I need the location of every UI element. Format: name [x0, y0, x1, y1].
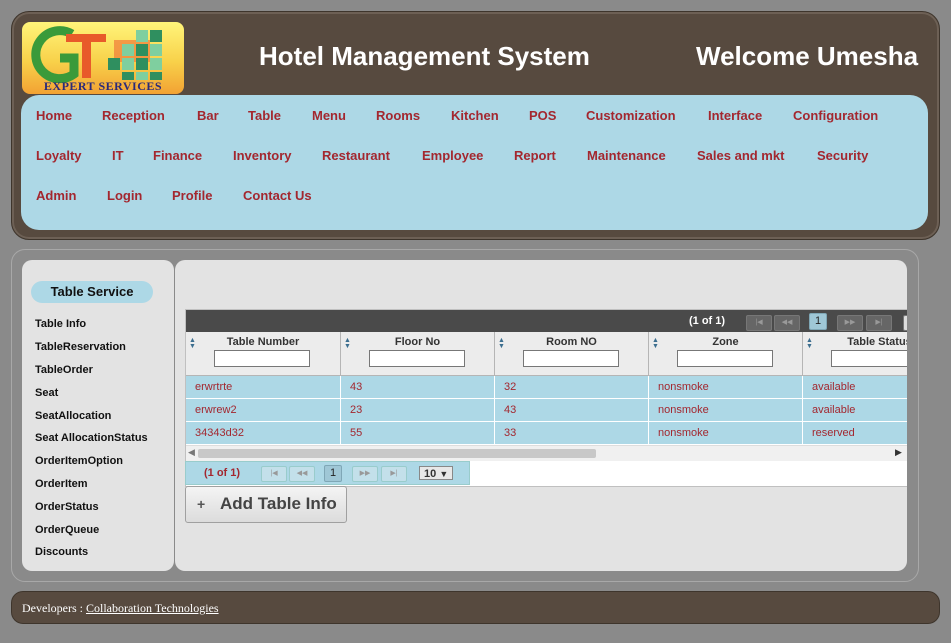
nav-customization[interactable]: Customization — [586, 108, 676, 123]
column-table-status[interactable]: ▲ ▼ Table Status — [803, 332, 907, 375]
nav-loyalty[interactable]: Loyalty — [36, 148, 82, 163]
nav-security[interactable]: Security — [817, 148, 868, 163]
paginator-top: (1 of 1) |◀ ◀◀ 1 ▶▶ ▶| — [186, 310, 907, 332]
nav-interface[interactable]: Interface — [708, 108, 762, 123]
nav-report[interactable]: Report — [514, 148, 556, 163]
column-floor-no[interactable]: ▲ ▼ Floor No — [341, 332, 495, 375]
nav-inventory[interactable]: Inventory — [233, 148, 292, 163]
column-zone[interactable]: ▲ ▼ Zone — [649, 332, 803, 375]
filter-zone[interactable] — [677, 350, 773, 367]
filter-table-number[interactable] — [214, 350, 310, 367]
paginator-bottom: (1 of 1) |◀ ◀◀ 1 ▶▶ ▶| 10 ▼ — [185, 461, 470, 485]
page-info-bottom: (1 of 1) — [204, 467, 241, 479]
horizontal-scrollbar[interactable]: ◀ ▶ — [186, 445, 907, 461]
scrollbar-thumb[interactable] — [198, 449, 596, 458]
footer-text: Developers : Collaboration Technologies — [22, 601, 219, 615]
filter-room-no[interactable] — [523, 350, 619, 367]
table-row[interactable]: erwrtrte 43 32 nonsmoke available — [186, 376, 907, 399]
rows-per-page-top[interactable] — [903, 315, 907, 331]
last-page-button[interactable]: ▶| — [866, 315, 892, 331]
column-table-number[interactable]: ▲ ▼ Table Number — [186, 332, 341, 375]
table-row[interactable]: 34343d32 55 33 nonsmoke reserved — [186, 422, 907, 445]
table-row[interactable]: erwrew2 23 43 nonsmoke available — [186, 399, 907, 422]
main-content: (1 of 1) |◀ ◀◀ 1 ▶▶ ▶| ▲ ▼ Table Number ▲… — [175, 260, 907, 571]
sidebar-item-seat[interactable]: Seat — [35, 387, 58, 399]
nav-rooms[interactable]: Rooms — [376, 108, 420, 123]
sidebar-item-order-queue[interactable]: OrderQueue — [35, 524, 99, 536]
nav-sales-and-mkt[interactable]: Sales and mkt — [697, 148, 784, 163]
next-page-button-bottom[interactable]: ▶▶ — [352, 466, 378, 482]
first-page-button[interactable]: |◀ — [746, 315, 772, 331]
first-page-button-bottom[interactable]: |◀ — [261, 466, 287, 482]
chevron-down-icon: ▼ — [439, 469, 449, 479]
app-title: Hotel Management System — [259, 41, 590, 71]
page-1-button-bottom[interactable]: 1 — [324, 465, 342, 482]
logo-text: EXPERT SERVICES — [43, 79, 163, 93]
nav-profile[interactable]: Profile — [172, 188, 212, 203]
nav-home[interactable]: Home — [36, 108, 72, 123]
nav-bar[interactable]: Bar — [197, 108, 219, 123]
nav-table[interactable]: Table — [248, 108, 281, 123]
prev-page-button-bottom[interactable]: ◀◀ — [289, 466, 315, 482]
welcome-message: Welcome Umesha — [696, 41, 919, 71]
nav-finance[interactable]: Finance — [153, 148, 202, 163]
sidebar-item-seat-allocation[interactable]: SeatAllocation — [35, 410, 111, 422]
prev-page-button[interactable]: ◀◀ — [774, 315, 800, 331]
sidebar-item-seat-allocation-status[interactable]: Seat AllocationStatus — [35, 432, 148, 444]
nav-pos[interactable]: POS — [529, 108, 556, 123]
scroll-left-icon[interactable]: ◀ — [188, 447, 195, 458]
filter-table-status[interactable] — [831, 350, 907, 367]
nav-restaurant[interactable]: Restaurant — [322, 148, 390, 163]
column-room-no[interactable]: ▲ ▼ Room NO — [495, 332, 649, 375]
sidebar-item-table-reservation[interactable]: TableReservation — [35, 341, 126, 353]
nav-kitchen[interactable]: Kitchen — [451, 108, 499, 123]
nav-admin[interactable]: Admin — [36, 188, 76, 203]
nav-menu[interactable]: Menu — [312, 108, 346, 123]
nav-reception[interactable]: Reception — [102, 108, 165, 123]
sidebar-item-order-item[interactable]: OrderItem — [35, 478, 88, 490]
nav-employee[interactable]: Employee — [422, 148, 483, 163]
sidebar-item-discounts[interactable]: Discounts — [35, 546, 88, 558]
nav-login[interactable]: Login — [107, 188, 142, 203]
nav-contact-us[interactable]: Contact Us — [243, 188, 312, 203]
nav-configuration[interactable]: Configuration — [793, 108, 878, 123]
table-header: ▲ ▼ Table Number ▲ ▼ Floor No ▲ ▼ Room NO ▲… — [186, 332, 907, 376]
last-page-button-bottom[interactable]: ▶| — [381, 466, 407, 482]
next-page-button[interactable]: ▶▶ — [837, 315, 863, 331]
sidebar-title: Table Service — [31, 281, 153, 303]
scroll-right-icon[interactable]: ▶ — [895, 447, 902, 458]
rows-per-page-select[interactable]: 10 ▼ — [419, 466, 453, 480]
filter-floor-no[interactable] — [369, 350, 465, 367]
developer-link[interactable]: Collaboration Technologies — [86, 601, 219, 615]
page-info: (1 of 1) — [689, 315, 726, 327]
sidebar-item-table-info[interactable]: Table Info — [35, 318, 86, 330]
footer: Developers : Collaboration Technologies — [11, 591, 940, 624]
sidebar-item-table-order[interactable]: TableOrder — [35, 364, 93, 376]
nav-maintenance[interactable]: Maintenance — [587, 148, 666, 163]
company-logo[interactable]: EXPERT SERVICES — [22, 22, 184, 94]
sidebar: Table Service Table Info TableReservatio… — [22, 260, 174, 571]
page-1-button[interactable]: 1 — [809, 313, 827, 330]
add-table-info-button[interactable]: + Add Table Info — [185, 486, 347, 523]
sidebar-item-order-item-option[interactable]: OrderItemOption — [35, 455, 123, 467]
sidebar-item-order-status[interactable]: OrderStatus — [35, 501, 99, 513]
nav-it[interactable]: IT — [112, 148, 124, 163]
main-nav: Home Reception Bar Table Menu Rooms Kitc… — [21, 95, 928, 230]
plus-icon: + — [197, 496, 206, 512]
